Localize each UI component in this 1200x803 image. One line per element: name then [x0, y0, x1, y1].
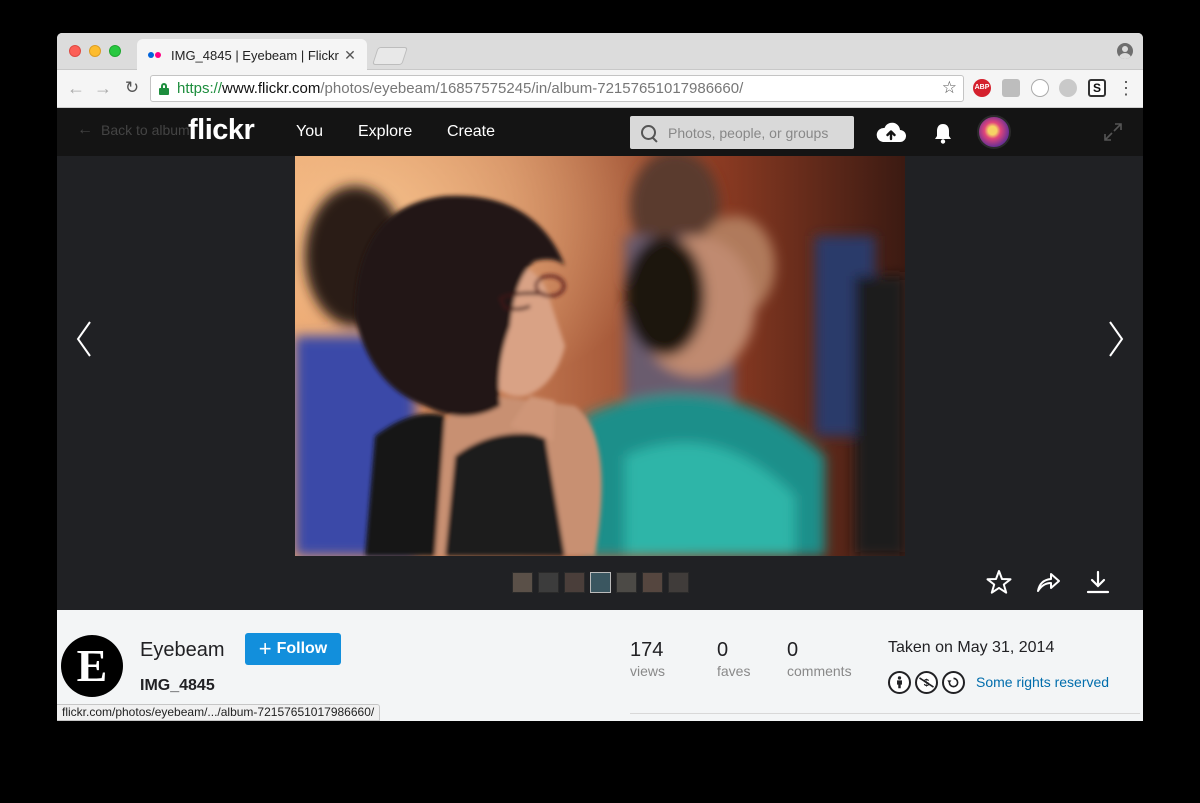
nav-create[interactable]: Create	[447, 123, 495, 141]
photo-title: IMG_4845	[140, 677, 215, 694]
photostream-thumbnail[interactable]	[590, 572, 611, 593]
back-arrow-icon[interactable]: ←	[65, 77, 87, 99]
browser-profile-icon[interactable]	[1117, 43, 1133, 59]
stat-faves: 0 faves	[717, 639, 750, 679]
stat-label: views	[630, 663, 666, 679]
browser-toolbar: ← → ↻ https://www.flickr.com/photos/eyeb…	[57, 70, 1143, 108]
new-tab-button[interactable]	[372, 47, 408, 65]
link-status-bar: flickr.com/photos/eyebeam/.../album-7215…	[57, 704, 381, 721]
stat-comments: 0 comments	[787, 639, 852, 679]
stat-views: 174 views	[630, 639, 665, 679]
stat-label: faves	[717, 663, 751, 679]
back-to-album-link[interactable]: ← Back to album	[77, 121, 190, 139]
follow-button[interactable]: + Follow	[245, 633, 341, 665]
follow-label: Follow	[276, 640, 328, 657]
taken-date: Taken on May 31, 2014	[888, 639, 1055, 656]
tab-close-icon[interactable]: ✕	[343, 47, 357, 64]
next-photo-arrow-icon[interactable]	[1106, 319, 1126, 359]
photostream-thumbnail[interactable]	[512, 572, 533, 593]
license-icons[interactable]: $	[888, 671, 965, 694]
stat-value: 0	[787, 639, 799, 661]
extension-icon[interactable]	[1059, 79, 1077, 97]
flickr-header: ← Back to album flickr You Explore Creat…	[57, 108, 1143, 156]
favorite-star-icon[interactable]	[985, 568, 1013, 596]
nav-you[interactable]: You	[296, 123, 323, 141]
photo-stage	[57, 156, 1143, 610]
back-arrow-icon: ←	[77, 121, 93, 138]
nav-explore[interactable]: Explore	[358, 123, 412, 141]
search-icon	[640, 124, 658, 142]
upload-cloud-icon[interactable]	[875, 120, 907, 144]
flickr-favicon-icon	[147, 50, 163, 60]
photostream-thumbnails	[512, 572, 689, 594]
browser-window: IMG_4845 | Eyebeam | Flickr ✕ ← → ↻ http…	[57, 33, 1143, 721]
address-bar[interactable]: https://www.flickr.com/photos/eyebeam/16…	[150, 75, 964, 102]
tab-title: IMG_4845 | Eyebeam | Flickr	[171, 47, 339, 63]
back-to-album-label: Back to album	[101, 122, 190, 138]
url-text: https://www.flickr.com/photos/eyebeam/16…	[177, 80, 744, 97]
fullscreen-expand-icon[interactable]	[1103, 122, 1123, 142]
photostream-thumbnail[interactable]	[642, 572, 663, 593]
reload-icon[interactable]: ↻	[121, 77, 143, 99]
main-photo[interactable]	[295, 156, 905, 556]
extension-s-icon[interactable]: S	[1088, 79, 1106, 97]
stat-value: 174	[630, 639, 664, 661]
divider	[630, 713, 1140, 714]
photostream-thumbnail[interactable]	[538, 572, 559, 593]
plus-icon: +	[258, 636, 272, 661]
stat-label: comments	[787, 663, 852, 679]
notifications-bell-icon[interactable]	[933, 122, 953, 144]
cc-noncommercial-icon[interactable]: $	[915, 671, 938, 694]
search-placeholder: Photos, people, or groups	[668, 124, 829, 141]
user-avatar[interactable]	[977, 115, 1011, 149]
browser-menu-icon[interactable]: ⋮	[1117, 78, 1135, 98]
previous-photo-arrow-icon[interactable]	[74, 319, 94, 359]
owner-name-link[interactable]: Eyebeam	[140, 639, 225, 662]
browser-tab-active[interactable]: IMG_4845 | Eyebeam | Flickr ✕	[137, 39, 367, 71]
extension-icon[interactable]	[1002, 79, 1020, 97]
adblock-extension-icon[interactable]: ABP	[973, 79, 991, 97]
photostream-thumbnail[interactable]	[616, 572, 637, 593]
forward-arrow-icon[interactable]: →	[92, 77, 114, 99]
secure-lock-icon	[159, 82, 169, 95]
tab-strip: IMG_4845 | Eyebeam | Flickr ✕	[57, 33, 1143, 71]
bookmark-star-icon[interactable]: ☆	[942, 78, 957, 98]
flickr-logo[interactable]: flickr	[188, 114, 255, 147]
cc-attribution-icon[interactable]	[888, 671, 911, 694]
some-rights-reserved-link[interactable]: Some rights reserved	[976, 674, 1109, 690]
photostream-thumbnail[interactable]	[668, 572, 689, 593]
flickr-page: ← Back to album flickr You Explore Creat…	[57, 108, 1143, 721]
stat-value: 0	[717, 639, 729, 661]
photostream-thumbnail[interactable]	[564, 572, 585, 593]
window-maximize-button[interactable]	[109, 45, 121, 57]
cc-sharealike-icon[interactable]	[942, 671, 965, 694]
search-input[interactable]: Photos, people, or groups	[630, 116, 854, 149]
window-close-button[interactable]	[69, 45, 81, 57]
download-icon[interactable]	[1084, 568, 1112, 596]
share-arrow-icon[interactable]	[1034, 568, 1062, 596]
owner-avatar[interactable]: E	[61, 635, 123, 697]
extension-icon[interactable]	[1031, 79, 1049, 97]
window-minimize-button[interactable]	[89, 45, 101, 57]
